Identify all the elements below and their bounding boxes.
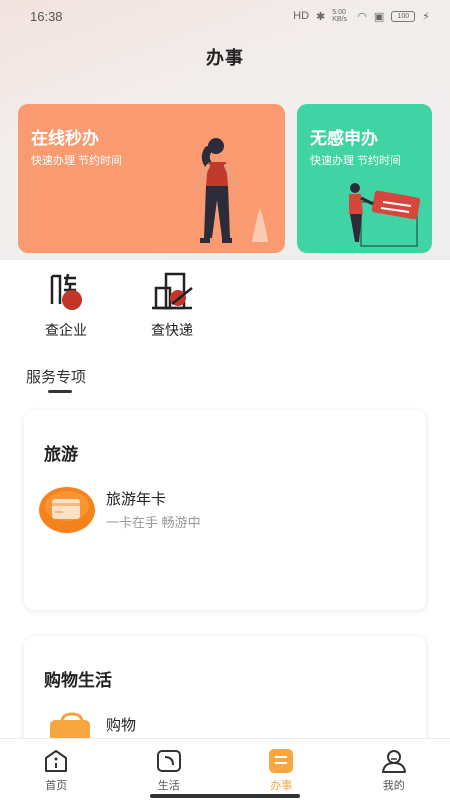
- quick-action-label: 查快递: [151, 322, 193, 338]
- quick-action-company[interactable]: 查企业: [31, 270, 101, 340]
- life-icon: [156, 750, 181, 772]
- battery-icon: 100: [391, 10, 416, 22]
- section-underline: [48, 390, 72, 393]
- quick-action-label: 查企业: [45, 322, 87, 338]
- home-indicator[interactable]: [150, 794, 300, 798]
- banner-subtitle: 快速办理 节约时间: [31, 155, 123, 167]
- quick-action-express[interactable]: 查快递: [137, 270, 207, 340]
- section-title: 服务专项: [26, 369, 87, 386]
- package-icon: [152, 272, 193, 310]
- profile-icon: [381, 750, 406, 773]
- wifi-icon: ◠: [357, 10, 367, 23]
- banner-title: 无感申办: [310, 129, 378, 148]
- panel-title: 旅游: [44, 445, 78, 464]
- tab-label: 生活: [157, 780, 180, 792]
- bottom-tab-bar: 首页 生活 办事 我的: [0, 738, 450, 800]
- person-card-illustration: [349, 183, 421, 247]
- status-bar: 16:38 HD ✱ 5.00 KB/s ◠ ▣ 100 ⚡: [0, 0, 450, 32]
- status-icons: HD ✱ 5.00 KB/s ◠ ▣ 100 ⚡: [293, 9, 430, 23]
- service-travel-card[interactable]: 旅游年卡 一卡在手 畅游中: [38, 486, 298, 536]
- woman-illustration: [194, 138, 268, 243]
- card-icon: [39, 487, 95, 533]
- travel-panel: 旅游 旅游年卡 一卡在手 畅游中: [24, 410, 426, 610]
- service-desc: 一卡在手 畅游中: [106, 515, 201, 530]
- tab-profile[interactable]: 我的: [338, 739, 450, 800]
- panel-title: 购物生活: [44, 671, 112, 690]
- net-speed: 5.00 KB/s: [332, 9, 348, 23]
- hd-icon: HD: [293, 10, 310, 22]
- tab-label: 首页: [45, 780, 68, 792]
- home-icon: [45, 750, 68, 772]
- company-stamp-icon: [50, 273, 82, 310]
- online-banner-card[interactable]: 在线秒办 快速办理 节约时间: [18, 104, 285, 253]
- banner-title: 在线秒办: [31, 129, 99, 148]
- seamless-banner-card[interactable]: 无感申办 快速办理 节约时间: [297, 104, 432, 253]
- service-icon: [269, 749, 294, 773]
- charging-icon: ⚡: [422, 10, 430, 23]
- sim-icon: ▣: [373, 10, 385, 23]
- service-name: 旅游年卡: [106, 491, 167, 508]
- tab-label: 办事: [270, 780, 293, 792]
- tab-home[interactable]: 首页: [0, 739, 113, 800]
- banner-subtitle: 快速办理 节约时间: [310, 155, 402, 167]
- status-time: 16:38: [30, 8, 63, 24]
- tab-service[interactable]: 办事: [225, 739, 338, 800]
- tab-label: 我的: [382, 780, 405, 792]
- tab-life[interactable]: 生活: [113, 739, 226, 800]
- page-title: 办事: [206, 48, 244, 68]
- bluetooth-icon: ✱: [316, 10, 326, 23]
- service-name: 购物: [106, 717, 137, 734]
